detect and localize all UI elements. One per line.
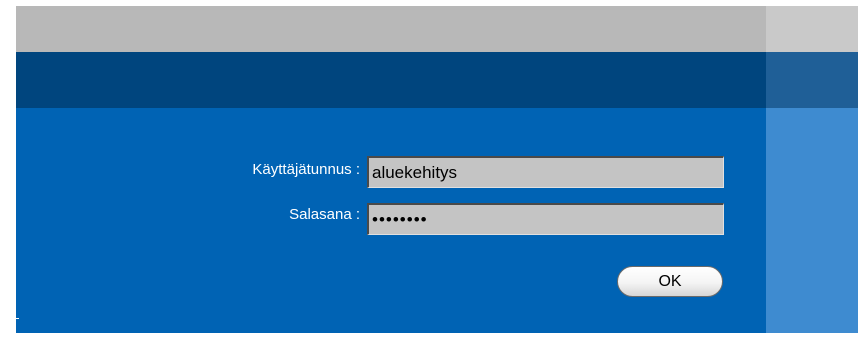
- divider: [13, 318, 19, 319]
- password-input[interactable]: [367, 203, 724, 235]
- navigation-bar: [16, 52, 766, 108]
- navigation-bar-right: [766, 52, 858, 108]
- ok-button[interactable]: OK: [617, 266, 723, 297]
- username-label: Käyttäjätunnus :: [252, 161, 360, 178]
- side-panel: [766, 108, 858, 333]
- top-banner-right: [766, 6, 858, 52]
- username-input[interactable]: [367, 156, 724, 188]
- password-label: Salasana :: [289, 206, 360, 223]
- top-banner: [16, 6, 766, 52]
